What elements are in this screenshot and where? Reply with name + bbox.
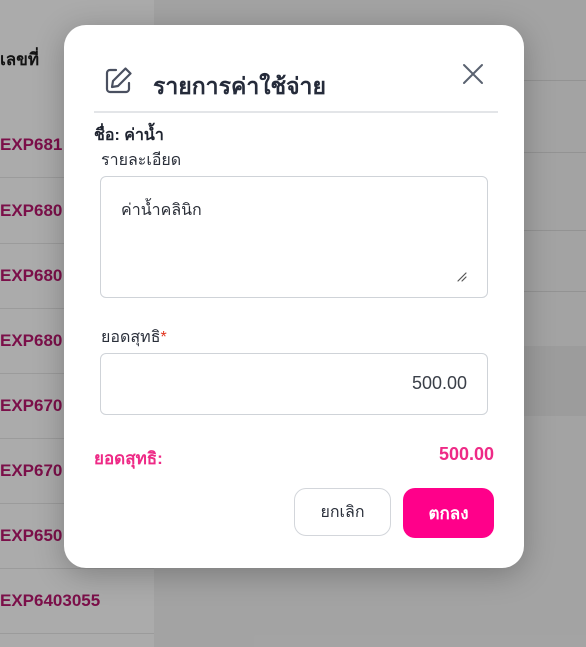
expense-dialog: รายการค่าใช้จ่าย ชื่อ: ค่าน้ำ รายละเอียด… — [64, 25, 524, 568]
summary-label: ยอดสุทธิ: — [94, 449, 163, 468]
detail-label: รายละเอียด — [101, 152, 182, 169]
expense-name: ชื่อ: ค่าน้ำ — [94, 127, 164, 144]
edit-icon — [105, 67, 132, 94]
confirm-button[interactable]: ตกลง — [403, 488, 494, 538]
detail-textarea[interactable]: ค่าน้ำคลินิก — [100, 176, 488, 298]
net-label-text: ยอดสุทธิ — [101, 329, 161, 346]
required-mark: * — [160, 329, 167, 346]
net-amount-value[interactable]: 500.00 — [412, 373, 467, 394]
net-amount-label: ยอดสุทธิ* — [101, 325, 167, 350]
resize-handle-icon[interactable] — [457, 272, 467, 282]
cancel-button[interactable]: ยกเลิก — [294, 488, 391, 536]
dialog-title: รายการค่าใช้จ่าย — [153, 73, 326, 99]
summary-value: 500.00 — [438, 444, 494, 464]
detail-text[interactable]: ค่าน้ำคลินิก — [121, 198, 202, 223]
header-divider — [94, 111, 498, 113]
close-icon[interactable] — [461, 62, 485, 86]
net-amount-input[interactable]: 500.00 — [100, 353, 488, 415]
